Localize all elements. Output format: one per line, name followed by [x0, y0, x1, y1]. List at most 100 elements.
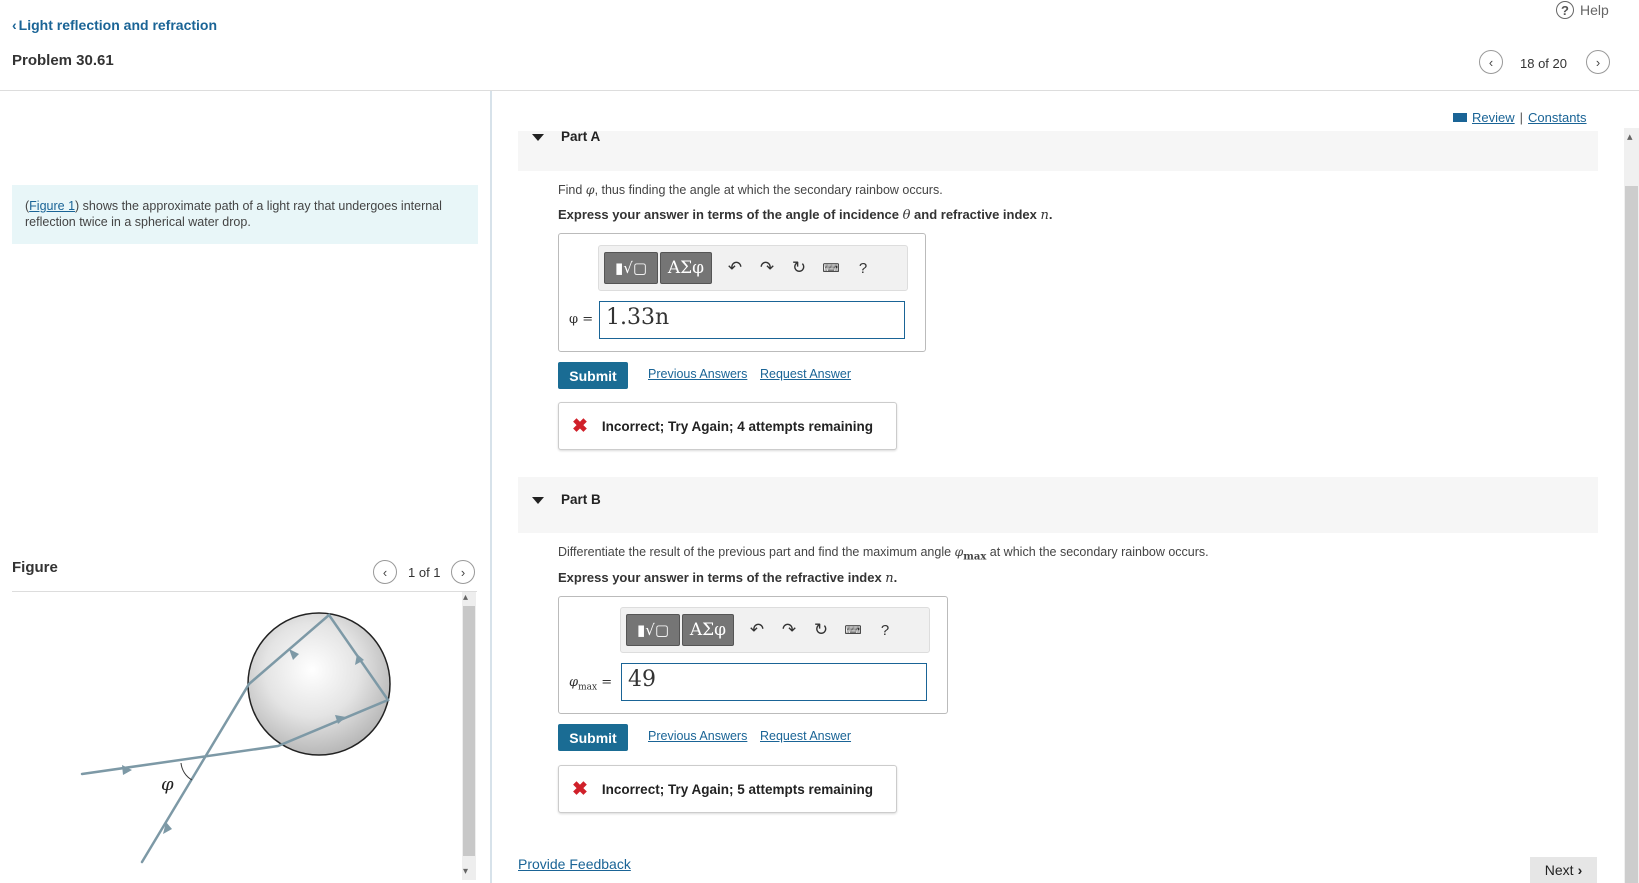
close-x-icon: ✖ — [572, 778, 588, 800]
n-symbol: n — [1040, 208, 1049, 223]
help-label: Help — [1580, 2, 1609, 18]
figure-divider — [12, 591, 477, 592]
part-b-header[interactable] — [518, 477, 1598, 533]
help-icon[interactable]: ? — [854, 260, 872, 277]
figure-counter: 1 of 1 — [408, 565, 441, 580]
next-label: Next — [1544, 862, 1574, 878]
previous-answers-link[interactable]: Previous Answers — [648, 729, 747, 743]
feedback-text: Incorrect; Try Again; 5 attempts remaini… — [601, 781, 873, 797]
problem-intro: (Figure 1) shows the approximate path of… — [12, 185, 478, 244]
answer-label: φmax = — [569, 675, 612, 693]
part-a-title: Part A — [561, 129, 601, 144]
chevron-left-icon: ‹ — [12, 17, 17, 33]
breadcrumb[interactable]: ‹ Light reflection and refraction — [12, 17, 217, 33]
express-text: Express your answer in terms of the refr… — [558, 570, 886, 585]
express-text: Express your answer in terms of the angl… — [558, 207, 903, 222]
help-icon[interactable]: ? — [876, 622, 894, 639]
part-a-express: Express your answer in terms of the angl… — [558, 207, 1053, 223]
part-a-instruction: Find φ, thus finding the angle at which … — [558, 182, 943, 197]
request-answer-link[interactable]: Request Answer — [760, 367, 851, 381]
review-link[interactable]: Review — [1472, 110, 1515, 125]
angle-arc — [180, 762, 193, 781]
max-subscript: max — [963, 551, 987, 563]
feedback-text: Incorrect; Try Again; 4 attempts remaini… — [601, 418, 873, 434]
previous-answers-link[interactable]: Previous Answers — [648, 367, 747, 381]
part-b-instruction: Differentiate the result of the previous… — [558, 544, 1209, 563]
next-problem-button[interactable]: › — [1586, 50, 1610, 74]
express-text: . — [893, 570, 898, 585]
feedback-message: ✖ Incorrect; Try Again; 4 attempts remai… — [558, 402, 897, 450]
header-divider — [0, 90, 1639, 91]
redo-icon[interactable]: ↷ — [780, 620, 798, 640]
figure-next-button[interactable]: › — [451, 560, 475, 584]
max-subscript: max — [578, 682, 598, 693]
phi-symbol: φ — [954, 544, 964, 559]
chevron-right-icon: › — [1595, 54, 1601, 70]
request-answer-link[interactable]: Request Answer — [760, 729, 851, 743]
constants-link[interactable]: Constants — [1528, 110, 1587, 125]
intro-text: ) shows the approximate path of a light … — [25, 199, 442, 229]
figure-scrollbar-thumb[interactable] — [463, 606, 475, 856]
greek-button[interactable]: ΑΣφ — [660, 252, 712, 284]
help-link[interactable]: ? Help — [1556, 0, 1609, 20]
submit-button[interactable]: Submit — [558, 362, 628, 389]
figure-link[interactable]: Figure 1 — [29, 199, 75, 213]
undo-icon[interactable]: ↶ — [726, 258, 744, 278]
undo-icon[interactable]: ↶ — [748, 620, 766, 640]
reset-icon[interactable]: ↻ — [790, 258, 808, 278]
breadcrumb-label: Light reflection and refraction — [18, 17, 218, 33]
panel-divider — [490, 91, 492, 883]
part-a-header[interactable] — [518, 131, 1598, 171]
problem-counter: 18 of 20 — [1520, 56, 1567, 71]
phi-symbol: φ — [585, 182, 595, 197]
answer-input[interactable]: 49 — [621, 663, 927, 701]
prev-problem-button[interactable]: ‹ — [1479, 50, 1503, 74]
book-icon — [1453, 113, 1467, 122]
collapse-triangle-icon[interactable] — [532, 134, 544, 141]
redo-icon[interactable]: ↷ — [758, 258, 776, 278]
review-constants-links: Review | Constants — [1453, 110, 1587, 125]
figure-heading: Figure — [12, 559, 58, 576]
reset-icon[interactable]: ↻ — [812, 620, 830, 640]
greek-button[interactable]: ΑΣφ — [682, 614, 734, 646]
phi-label: φ — [161, 774, 174, 795]
provide-feedback-link[interactable]: Provide Feedback — [518, 856, 631, 872]
water-drop — [247, 612, 391, 756]
answer-input[interactable]: 1.33n — [599, 301, 905, 339]
page-title: Problem 30.61 — [12, 52, 114, 69]
n-symbol: n — [885, 571, 894, 586]
scroll-down-icon[interactable]: ▾ — [463, 866, 468, 877]
phi-symbol: φ — [569, 675, 579, 690]
express-text: and refractive index — [910, 207, 1041, 222]
answer-label: φ = — [569, 312, 594, 327]
next-button[interactable]: Next › — [1530, 857, 1597, 883]
page-scrollbar-thumb[interactable] — [1625, 186, 1638, 883]
figure-prev-button[interactable]: ‹ — [373, 560, 397, 584]
chevron-left-icon: ‹ — [1488, 54, 1494, 70]
scroll-up-icon[interactable]: ▴ — [1627, 130, 1633, 143]
equals-sign: = — [597, 675, 613, 690]
math-toolbar: ▮√▢ ΑΣφ ↶ ↷ ↻ ⌨ ? — [620, 607, 930, 653]
close-x-icon: ✖ — [572, 415, 588, 437]
chevron-right-icon: › — [460, 564, 466, 580]
part-b-title: Part B — [561, 492, 601, 507]
chevron-right-icon: › — [1577, 862, 1583, 878]
instruction-text: Differentiate the result of the previous… — [558, 545, 955, 559]
templates-button[interactable]: ▮√▢ — [604, 252, 658, 284]
scroll-up-icon[interactable]: ▴ — [463, 592, 468, 603]
chevron-left-icon: ‹ — [382, 564, 388, 580]
express-text: . — [1048, 207, 1053, 222]
collapse-triangle-icon[interactable] — [532, 497, 544, 504]
help-icon: ? — [1556, 1, 1574, 19]
part-b-express: Express your answer in terms of the refr… — [558, 570, 897, 586]
math-toolbar: ▮√▢ ΑΣφ ↶ ↷ ↻ ⌨ ? — [598, 245, 908, 291]
feedback-message: ✖ Incorrect; Try Again; 5 attempts remai… — [558, 765, 897, 813]
keyboard-icon[interactable]: ⌨ — [822, 261, 840, 275]
link-separator: | — [1519, 110, 1524, 125]
water-drop-diagram: φ — [80, 612, 391, 864]
submit-button[interactable]: Submit — [558, 724, 628, 751]
templates-button[interactable]: ▮√▢ — [626, 614, 680, 646]
keyboard-icon[interactable]: ⌨ — [844, 623, 862, 637]
instruction-text: at which the secondary rainbow occurs. — [986, 545, 1209, 559]
instruction-text: Find — [558, 183, 586, 197]
